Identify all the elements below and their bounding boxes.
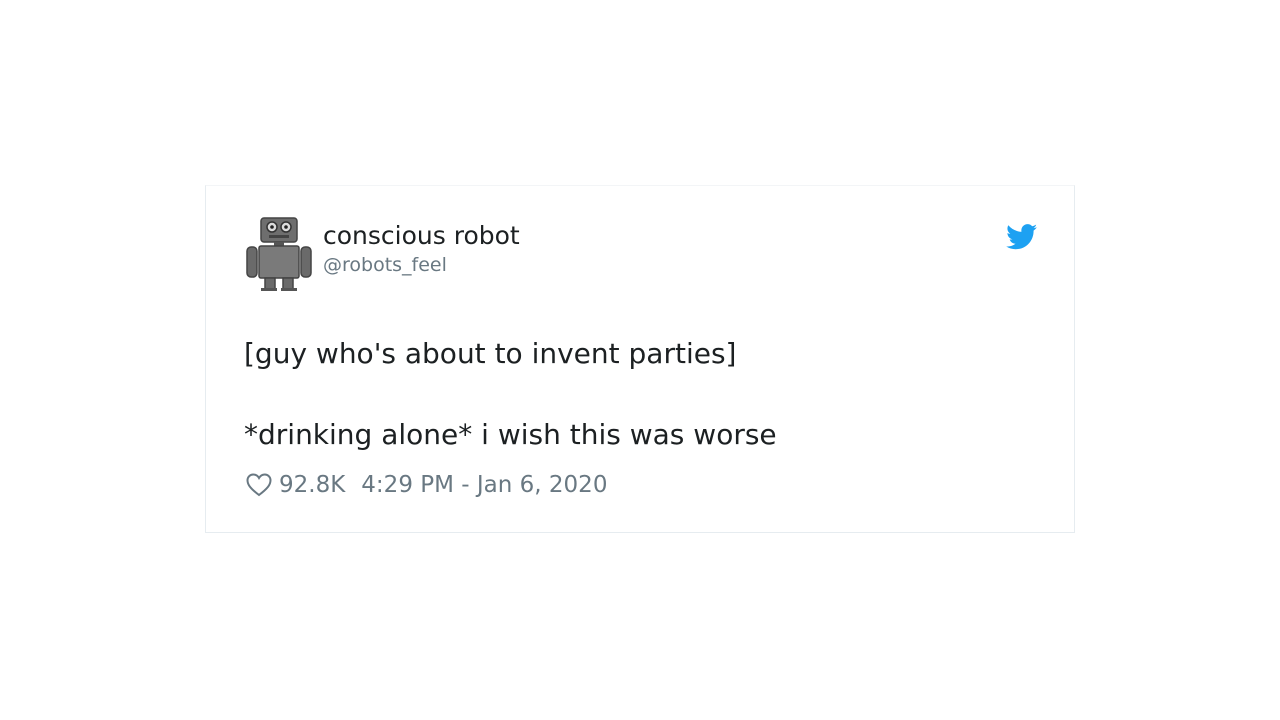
- tweet-timestamp[interactable]: 4:29 PM - Jan 6, 2020: [361, 472, 607, 498]
- heart-icon[interactable]: [246, 473, 272, 497]
- user-handle[interactable]: @robots_feel: [323, 253, 520, 277]
- tweet-text-line: *drinking alone* i wish this was worse: [244, 418, 777, 451]
- twitter-bird-icon[interactable]: [1006, 224, 1038, 250]
- avatar[interactable]: [244, 216, 314, 292]
- tweet-card: conscious robot @robots_feel [guy who's …: [205, 185, 1075, 533]
- tweet-text: [guy who's about to invent parties] *dri…: [244, 334, 777, 455]
- tweet-text-line: [guy who's about to invent parties]: [244, 337, 737, 370]
- tweet-footer: 92.8K 4:29 PM - Jan 6, 2020: [246, 469, 607, 501]
- like-count[interactable]: 92.8K: [279, 472, 345, 498]
- author-block[interactable]: conscious robot @robots_feel: [323, 220, 520, 277]
- robot-avatar-icon: [246, 217, 312, 291]
- display-name[interactable]: conscious robot: [323, 220, 520, 252]
